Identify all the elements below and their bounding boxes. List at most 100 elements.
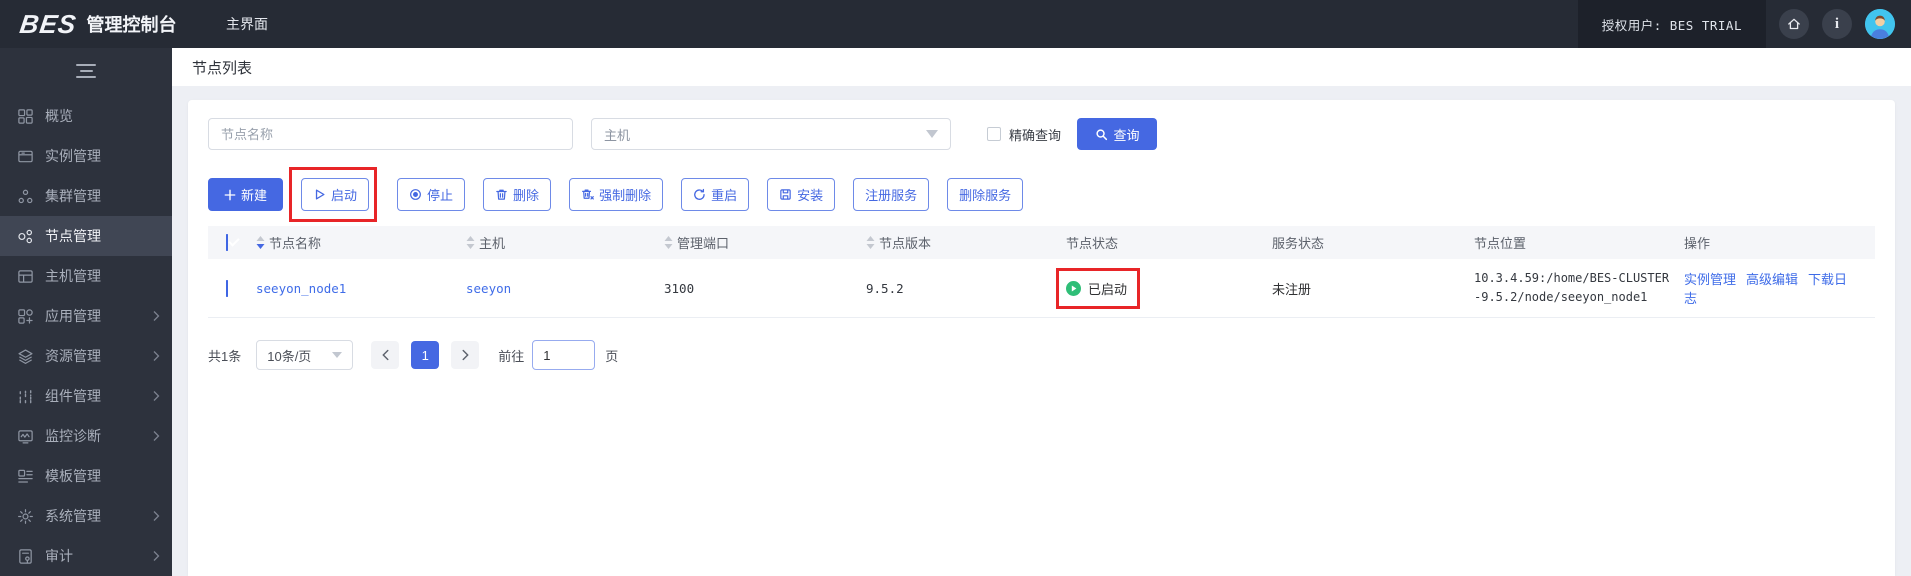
instance-icon <box>17 148 34 165</box>
sidebar-item-app-management[interactable]: 应用管理 <box>0 296 172 336</box>
start-button-label: 启动 <box>331 188 358 203</box>
column-header-node-status: 节点状态 <box>1066 236 1119 251</box>
column-header-host[interactable]: 主机 <box>479 233 505 252</box>
content-area: 主机 精确查询 查询 新建 启动 <box>172 86 1911 576</box>
chevron-right-icon <box>461 349 470 361</box>
start-button[interactable]: 启动 <box>301 178 370 211</box>
column-header-node-location: 节点位置 <box>1474 236 1527 251</box>
stop-button[interactable]: 停止 <box>397 178 466 211</box>
sidebar-item-label: 实例管理 <box>45 148 101 164</box>
page-size-select[interactable]: 10条/页 <box>256 340 354 370</box>
chevron-right-icon <box>152 350 160 362</box>
sidebar-item-resource-management[interactable]: 资源管理 <box>0 336 172 376</box>
sidebar-item-label: 应用管理 <box>45 308 101 324</box>
sidebar-item-label: 集群管理 <box>45 188 101 204</box>
delete-button-label: 删除 <box>513 188 540 203</box>
node-name-link[interactable]: seeyon_node1 <box>256 281 346 296</box>
exact-query-checkbox[interactable] <box>987 127 1001 141</box>
sidebar-item-system-management[interactable]: 系统管理 <box>0 496 172 536</box>
register-service-button-label: 注册服务 <box>865 188 918 203</box>
page-title: 节点列表 <box>192 59 253 77</box>
sidebar-collapse-toggle[interactable] <box>74 64 98 78</box>
app-logo: BES 管理控制台 <box>0 9 200 40</box>
sidebar-item-instance-management[interactable]: 实例管理 <box>0 136 172 176</box>
new-button[interactable]: 新建 <box>208 178 284 211</box>
status-running-icon <box>1066 280 1081 296</box>
sort-icon[interactable] <box>664 236 673 249</box>
select-all-checkbox[interactable] <box>226 234 228 251</box>
exact-query-checkbox-group[interactable]: 精确查询 <box>987 125 1061 144</box>
trash-icon <box>495 188 508 201</box>
node-icon <box>17 228 34 245</box>
query-button[interactable]: 查询 <box>1077 118 1158 150</box>
sort-icon[interactable] <box>256 236 265 249</box>
install-button[interactable]: 安装 <box>767 178 836 211</box>
user-avatar[interactable] <box>1865 9 1895 39</box>
sidebar-item-template-management[interactable]: 模板管理 <box>0 456 172 496</box>
sidebar-item-monitoring-diagnosis[interactable]: 监控诊断 <box>0 416 172 456</box>
sidebar-item-cluster-management[interactable]: 集群管理 <box>0 176 172 216</box>
home-button[interactable] <box>1779 9 1809 39</box>
chevron-right-icon <box>152 550 160 562</box>
goto-page-input[interactable] <box>532 340 596 370</box>
node-location-text: 10.3.4.59:/home/BES-CLUSTER-9.5.2/node/s… <box>1474 271 1670 304</box>
search-icon <box>1095 128 1108 141</box>
licensed-user-badge: 授权用户: BES TRIAL <box>1577 0 1766 48</box>
sidebar-menu: 概览 实例管理 集群管理 节点管理 主机管理 应用管理 资源管理 组件管理 监控… <box>0 96 172 576</box>
sidebar-item-host-management[interactable]: 主机管理 <box>0 256 172 296</box>
gear-icon <box>17 508 34 525</box>
column-header-node-version[interactable]: 节点版本 <box>879 233 931 252</box>
filter-row: 主机 精确查询 查询 <box>208 118 1875 150</box>
restart-icon <box>693 188 706 201</box>
delete-button[interactable]: 删除 <box>483 178 552 211</box>
advanced-edit-link[interactable]: 高级编辑 <box>1746 272 1798 287</box>
sidebar-item-label: 节点管理 <box>45 228 101 244</box>
restart-button[interactable]: 重启 <box>681 178 750 211</box>
host-link[interactable]: seeyon <box>466 281 511 296</box>
delete-service-button[interactable]: 删除服务 <box>947 178 1024 211</box>
tab-main-interface[interactable]: 主界面 <box>218 0 276 48</box>
sidebar-item-label: 系统管理 <box>45 508 101 524</box>
node-version-value: 9.5.2 <box>866 280 904 296</box>
row-checkbox[interactable] <box>226 279 228 297</box>
sidebar-item-component-management[interactable]: 组件管理 <box>0 376 172 416</box>
caret-down-icon <box>926 130 938 138</box>
app-header: BES 管理控制台 主界面 授权用户: BES TRIAL i <box>0 0 1911 48</box>
register-service-button[interactable]: 注册服务 <box>853 178 930 211</box>
page-title-bar: 节点列表 <box>172 48 1911 86</box>
resource-icon <box>17 348 34 365</box>
goto-label: 前往 <box>498 348 525 364</box>
host-select-value: 主机 <box>604 127 631 143</box>
exact-query-label: 精确查询 <box>1009 127 1062 143</box>
instance-management-link[interactable]: 实例管理 <box>1684 272 1736 287</box>
force-delete-button[interactable]: 强制删除 <box>569 178 664 211</box>
app-icon <box>17 308 34 325</box>
sidebar-item-audit[interactable]: 审计 <box>0 536 172 576</box>
sidebar-item-overview[interactable]: 概览 <box>0 96 172 136</box>
column-header-node-name[interactable]: 节点名称 <box>269 233 321 252</box>
overview-icon <box>17 108 34 125</box>
app-title: 管理控制台 <box>86 15 177 35</box>
table-header-row: 节点名称 主机 管理端口 节点版本 节点状态 服务状态 节点位置 操作 <box>208 226 1875 259</box>
page-number-1[interactable]: 1 <box>411 341 440 369</box>
column-header-admin-port[interactable]: 管理端口 <box>677 233 729 252</box>
sort-icon[interactable] <box>866 236 875 249</box>
trash-force-icon <box>581 188 594 201</box>
prev-page-button[interactable] <box>371 341 400 369</box>
bes-logo: BES <box>17 8 79 39</box>
page-unit-label: 页 <box>605 348 619 364</box>
info-button[interactable]: i <box>1822 9 1852 39</box>
chevron-right-icon <box>152 390 160 402</box>
sidebar-item-node-management[interactable]: 节点管理 <box>0 216 172 256</box>
force-delete-button-label: 强制删除 <box>599 188 652 203</box>
query-button-label: 查询 <box>1113 127 1140 143</box>
chevron-right-icon <box>152 430 160 442</box>
avatar-icon <box>1865 9 1895 39</box>
host-select[interactable]: 主机 <box>591 118 951 150</box>
node-name-input[interactable] <box>208 118 573 150</box>
cluster-icon <box>17 188 34 205</box>
next-page-button[interactable] <box>451 341 480 369</box>
admin-port-value: 3100 <box>664 280 695 296</box>
host-icon <box>17 268 34 285</box>
sort-icon[interactable] <box>466 236 475 249</box>
